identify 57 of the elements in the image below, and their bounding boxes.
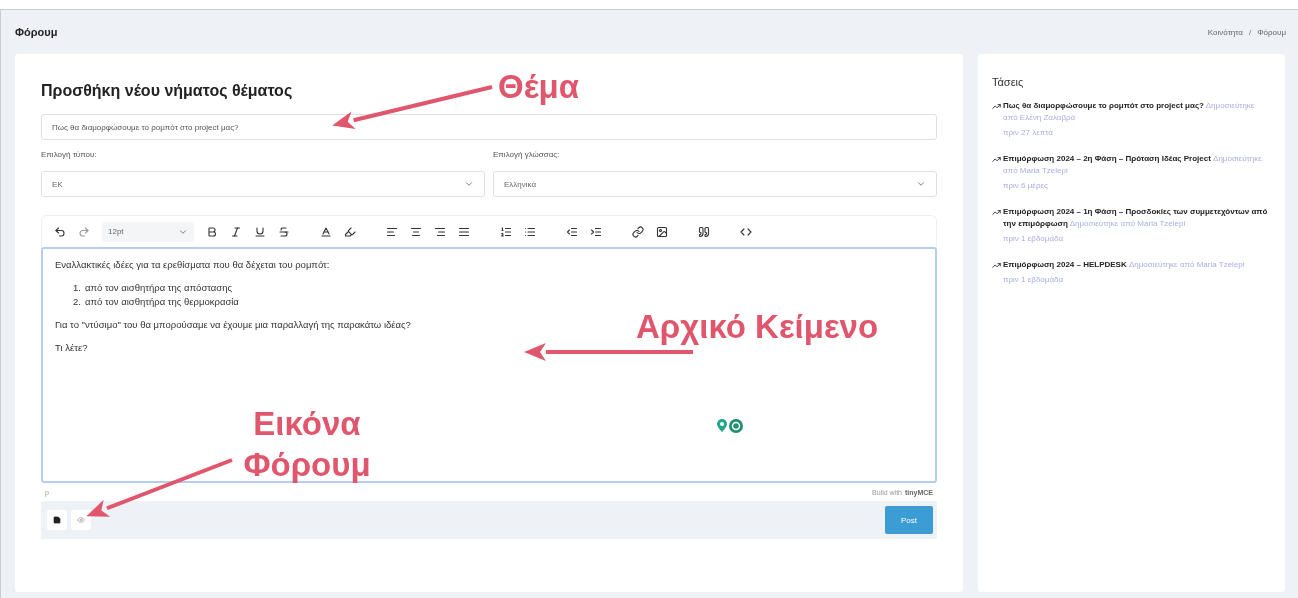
align-right-icon[interactable] bbox=[434, 225, 446, 238]
annotation-label: Θέμα bbox=[498, 67, 580, 107]
list-number: 2. bbox=[73, 296, 81, 307]
annotation-label: Εικόνα Φόρουμ bbox=[242, 404, 372, 486]
thread-time: πριν 1 εβδομάδα bbox=[1003, 274, 1065, 286]
font-size-select[interactable]: 12pt bbox=[102, 221, 194, 242]
paragraph: Εναλλακτικές ιδέες για τα ερεθίσματα που θα δέχεται του ρομπότ: bbox=[55, 259, 330, 270]
select-label: Επιλογή γλώσσας: bbox=[493, 150, 561, 159]
chevron-icon bbox=[464, 179, 474, 189]
list-number: 1. bbox=[73, 282, 81, 293]
chevron-icon bbox=[916, 179, 926, 189]
dropdown[interactable]: Ελληνικά bbox=[493, 171, 937, 197]
page-title: Φόρουμ bbox=[15, 26, 58, 38]
list-item: από τον αισθητήρα της απόστασης bbox=[84, 282, 233, 293]
align-justify-icon[interactable] bbox=[458, 225, 470, 238]
thread-time: πριν 1 εβδομάδα bbox=[1003, 233, 1065, 245]
save-button[interactable] bbox=[47, 510, 67, 530]
trending-icon bbox=[992, 155, 1001, 164]
indent-icon[interactable] bbox=[590, 225, 602, 238]
annotation-label: Αρχικό Κείμενο bbox=[636, 307, 879, 347]
trending-icon bbox=[992, 102, 1001, 111]
bold-icon[interactable] bbox=[206, 225, 218, 238]
numbered-list-icon[interactable] bbox=[500, 225, 512, 238]
image-icon[interactable] bbox=[656, 225, 668, 238]
thread-time: πριν 6 μέρες bbox=[1003, 180, 1049, 192]
save-icon bbox=[53, 516, 61, 524]
pin-icon[interactable] bbox=[717, 419, 727, 432]
bullet-list-icon[interactable] bbox=[524, 225, 536, 238]
thread-time: πριν 27 λεπτά bbox=[1003, 127, 1054, 139]
editor-content-area[interactable] bbox=[41, 247, 937, 483]
redo-icon[interactable] bbox=[78, 225, 90, 238]
outdent-icon[interactable] bbox=[566, 225, 578, 238]
italic-icon[interactable] bbox=[230, 225, 242, 238]
text-color-icon[interactable] bbox=[320, 225, 332, 238]
paragraph: Τι λέτε? bbox=[55, 342, 88, 353]
form-heading: Προσθήκη νέου νήματος θέματος bbox=[41, 82, 293, 100]
thread-summary[interactable]: Επιμόρφωση 2024 – HELPDESK Δημοσιεύτηκε από Maria Tzelepi bbox=[1003, 259, 1245, 271]
align-center-icon[interactable] bbox=[410, 225, 422, 238]
align-left-icon[interactable] bbox=[386, 225, 398, 238]
dropdown[interactable]: ΕΚ bbox=[41, 171, 485, 197]
trends-heading: Τάσεις bbox=[992, 76, 1025, 88]
list-item: από τον αισθητήρα της θερμοκρασία bbox=[84, 296, 239, 307]
highlighter-icon[interactable] bbox=[344, 225, 356, 238]
strikethrough-icon[interactable] bbox=[278, 225, 290, 238]
select-label: Επιλογή τύπου: bbox=[41, 150, 98, 159]
underline-icon[interactable] bbox=[254, 225, 266, 238]
assistant-icon[interactable] bbox=[729, 419, 743, 433]
quote-icon[interactable] bbox=[698, 225, 710, 238]
trending-icon bbox=[992, 208, 1001, 217]
paragraph: Για το "ντύσιμο" του θα μπορούσαμε να έχουμε μια παραλλαγή της παρακάτω ιδέας? bbox=[55, 319, 411, 330]
eye-icon bbox=[77, 516, 85, 524]
trending-icon bbox=[992, 261, 1001, 270]
breadcrumb-link[interactable]: Κοινότητα bbox=[1207, 27, 1243, 37]
link-icon[interactable] bbox=[632, 225, 644, 238]
undo-icon[interactable] bbox=[54, 225, 66, 238]
subject-field[interactable]: Πως θα διαμορφώσουμε το ρομπότ στο project μας? bbox=[41, 114, 937, 140]
breadcrumb-separator: / bbox=[1248, 27, 1252, 37]
